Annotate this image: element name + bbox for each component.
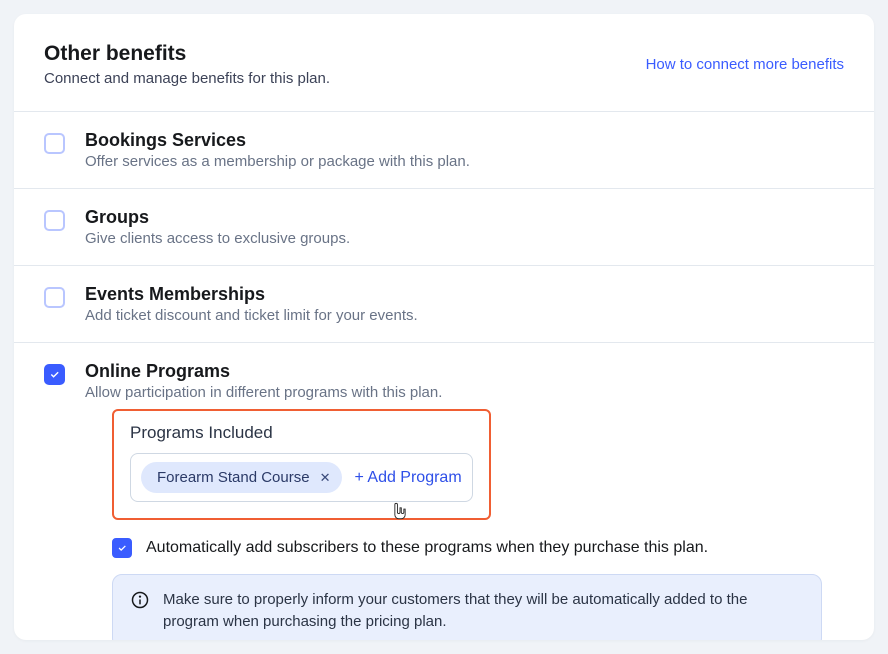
auto-add-row: Automatically add subscribers to these p… (112, 538, 708, 558)
info-text: Make sure to properly inform your custom… (163, 589, 803, 633)
chip-remove-icon[interactable]: ✕ (320, 470, 331, 486)
info-icon (131, 591, 149, 609)
info-banner: Make sure to properly inform your custom… (112, 574, 822, 640)
events-title: Events Memberships (85, 284, 844, 305)
groups-checkbox[interactable] (44, 210, 65, 231)
events-checkbox[interactable] (44, 287, 65, 308)
program-chip: Forearm Stand Course ✕ (141, 462, 342, 493)
pointer-cursor-icon (392, 502, 408, 520)
programs-checkbox[interactable] (44, 364, 65, 385)
programs-title: Online Programs (85, 361, 844, 382)
groups-title: Groups (85, 207, 844, 228)
events-desc: Add ticket discount and ticket limit for… (85, 307, 844, 324)
benefit-row-groups: Groups Give clients access to exclusive … (14, 189, 874, 266)
programs-included-block: Programs Included Forearm Stand Course ✕… (112, 409, 491, 520)
benefit-row-events: Events Memberships Add ticket discount a… (14, 266, 874, 343)
auto-add-label: Automatically add subscribers to these p… (146, 539, 708, 557)
benefits-card: Other benefits Connect and manage benefi… (14, 14, 874, 640)
bookings-title: Bookings Services (85, 130, 844, 151)
help-link[interactable]: How to connect more benefits (646, 56, 844, 73)
benefits-list: Bookings Services Offer services as a me… (14, 111, 874, 640)
programs-included-label: Programs Included (130, 423, 473, 443)
bookings-desc: Offer services as a membership or packag… (85, 153, 844, 170)
program-chip-label: Forearm Stand Course (157, 469, 310, 486)
auto-add-checkbox[interactable] (112, 538, 132, 558)
groups-desc: Give clients access to exclusive groups. (85, 230, 844, 247)
card-subtitle: Connect and manage benefits for this pla… (44, 70, 330, 87)
benefit-row-programs: Online Programs Allow participation in d… (14, 343, 874, 640)
bookings-checkbox[interactable] (44, 133, 65, 154)
add-program-button[interactable]: + Add Program (354, 469, 461, 487)
benefit-row-bookings: Bookings Services Offer services as a me… (14, 112, 874, 189)
programs-desc: Allow participation in different program… (85, 384, 844, 401)
card-title: Other benefits (44, 42, 330, 66)
programs-tag-input[interactable]: Forearm Stand Course ✕ + Add Program (130, 453, 473, 502)
card-header: Other benefits Connect and manage benefi… (14, 14, 874, 111)
